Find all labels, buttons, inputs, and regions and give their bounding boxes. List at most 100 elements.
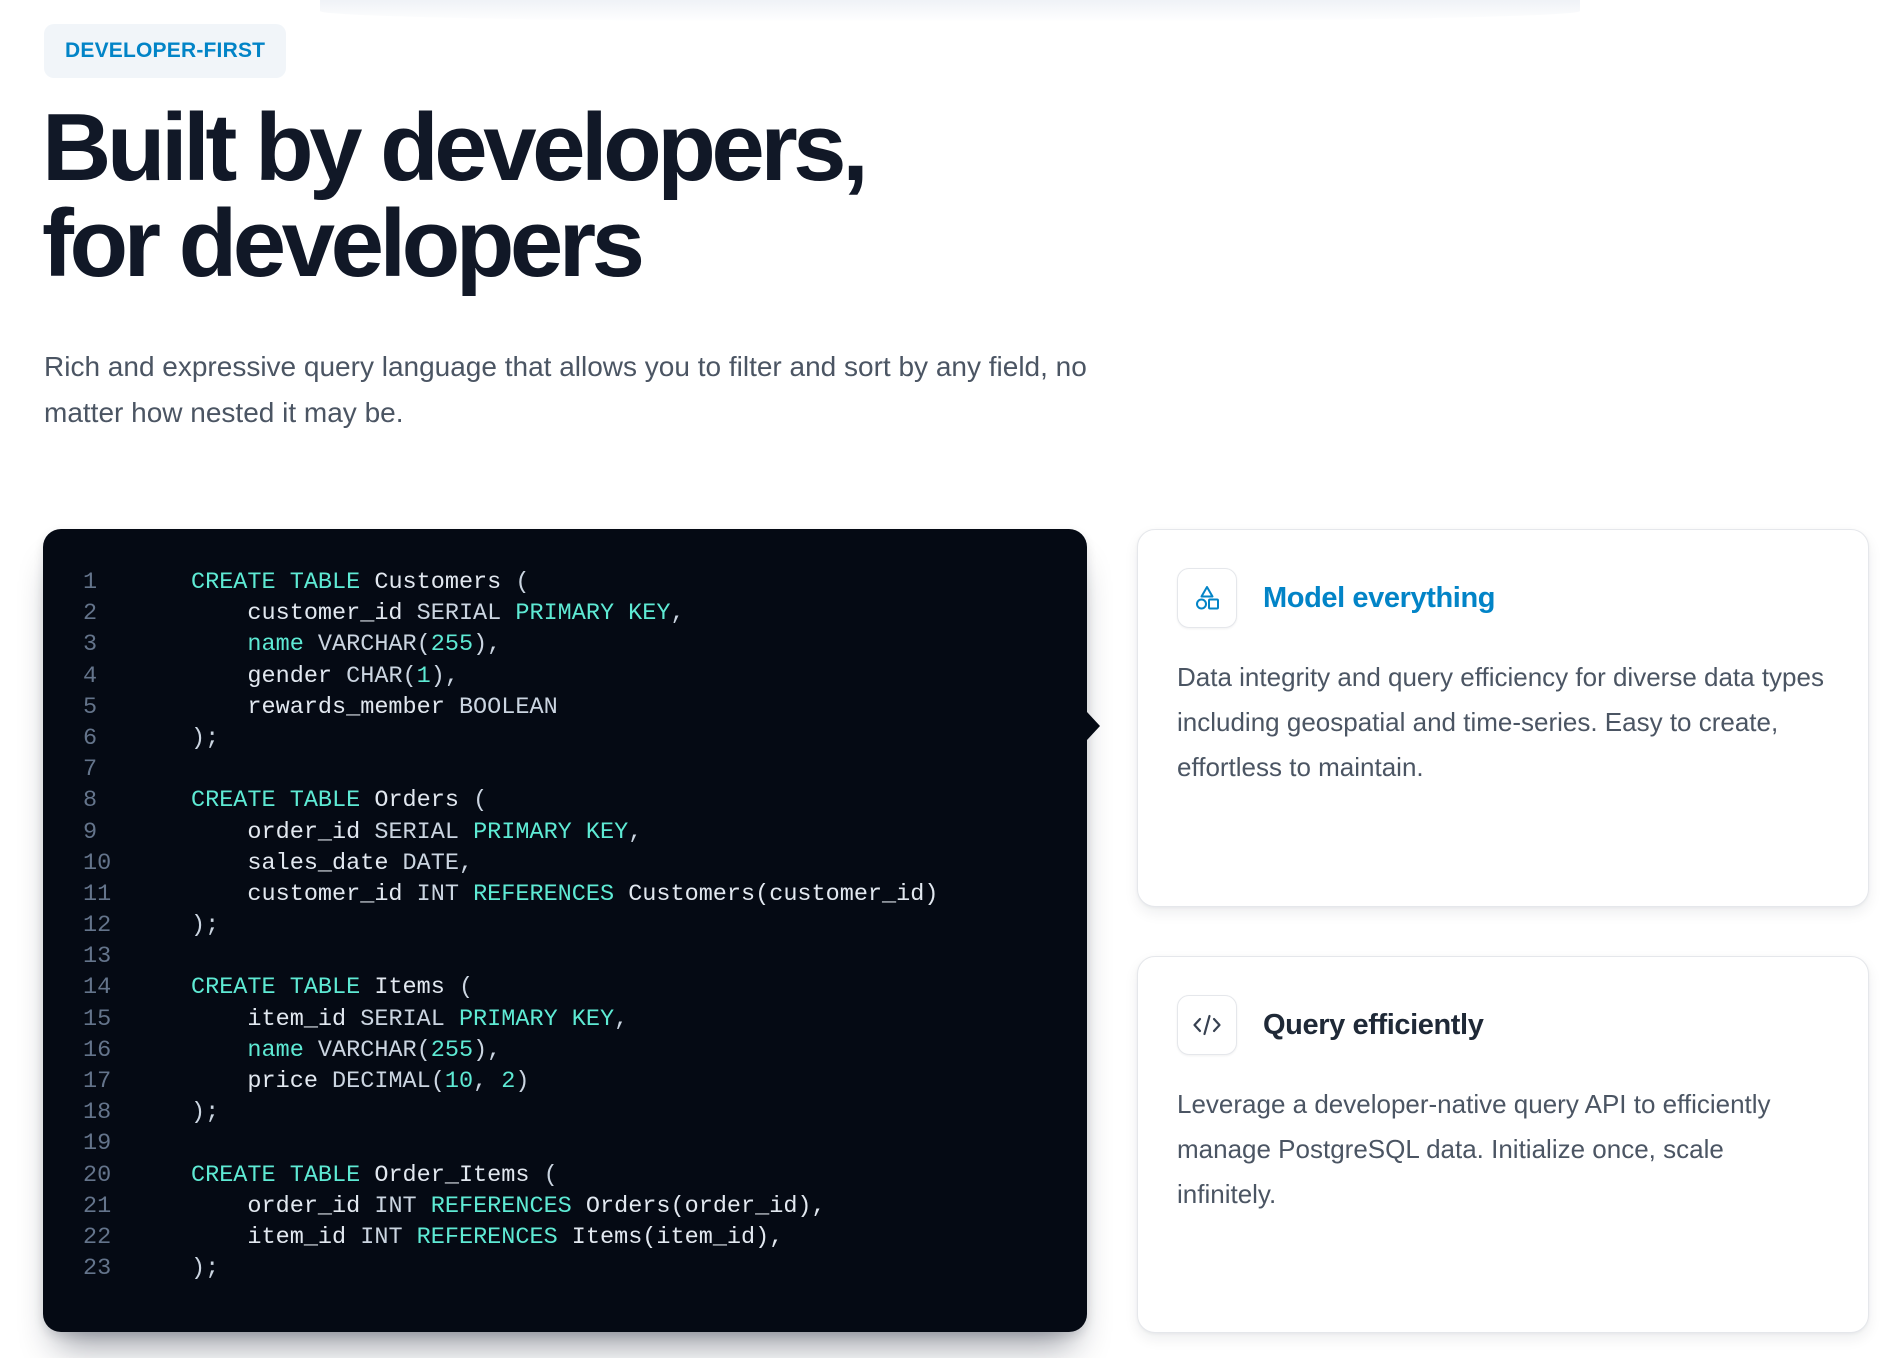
code-text: rewards_member BOOLEAN <box>139 692 557 723</box>
line-number: 14 <box>83 974 112 1002</box>
line-number: 21 <box>83 1192 112 1220</box>
line-number: 2 <box>83 600 98 628</box>
code-lines: 1 CREATE TABLE Customers (2 customer_id S… <box>43 567 938 1284</box>
code-line: 10 sales_date DATE, <box>43 848 938 879</box>
code-token: Orders <box>360 787 474 815</box>
code-icon <box>1177 995 1237 1055</box>
code-token: ( <box>515 569 530 596</box>
code-token: ); <box>191 1255 220 1283</box>
code-token: INT <box>416 880 474 908</box>
code-line: 3 name VARCHAR(255), <box>43 629 938 660</box>
code-text: name VARCHAR(255), <box>139 1035 501 1066</box>
code-token: REFERENCES <box>473 880 615 908</box>
shapes-icon <box>1177 568 1237 628</box>
code-line: 15 item_id SERIAL PRIMARY KEY, <box>43 1004 938 1035</box>
code-token: INT <box>374 1192 431 1220</box>
code-token: Items <box>360 974 459 1002</box>
code-line: 17 price DECIMAL(10, 2) <box>43 1066 938 1097</box>
code-token: ); <box>191 1099 220 1127</box>
feature-card-model-everything[interactable]: Model everything Data integrity and quer… <box>1137 529 1869 907</box>
line-number: 20 <box>83 1161 112 1189</box>
code-token: CHAR( <box>346 662 417 690</box>
code-text: ); <box>139 723 219 754</box>
top-edge-shadow <box>320 0 1580 22</box>
code-line: 13 <box>43 941 938 972</box>
code-token: REFERENCES <box>430 1192 572 1220</box>
code-token: PRIMARY KEY <box>515 600 671 628</box>
code-token: , <box>670 600 685 628</box>
code-text: ); <box>139 1097 219 1128</box>
code-line: 14 CREATE TABLE Items ( <box>43 972 938 1003</box>
headline-line-2: for developers <box>42 190 645 297</box>
page-headline: Built by developers, for developers <box>42 100 869 297</box>
code-token: 2 <box>501 1068 516 1095</box>
feature-title[interactable]: Query efficiently <box>1263 997 1484 1053</box>
line-number: 3 <box>83 631 98 659</box>
line-number: 18 <box>83 1099 112 1127</box>
code-text: gender CHAR(1), <box>139 661 459 692</box>
code-line: 5 rewards_member BOOLEAN <box>43 692 938 723</box>
code-token: Customers <box>360 569 516 596</box>
code-token: PRIMARY KEY <box>458 1005 615 1033</box>
code-panel: 1 CREATE TABLE Customers (2 customer_id S… <box>43 529 1100 1332</box>
line-number: 15 <box>83 1005 112 1033</box>
code-line: 2 customer_id SERIAL PRIMARY KEY, <box>43 598 938 629</box>
code-token: sales_date <box>191 849 403 877</box>
code-text: item_id INT REFERENCES Items(item_id), <box>139 1222 783 1253</box>
code-token: gender <box>191 662 347 690</box>
code-token: rewards_member <box>191 693 459 721</box>
code-text: ); <box>139 1253 219 1284</box>
code-text: order_id INT REFERENCES Orders(order_id)… <box>139 1191 825 1222</box>
code-line: 9 order_id SERIAL PRIMARY KEY, <box>43 817 938 848</box>
code-panel-pointer <box>1087 712 1100 740</box>
code-token: ), <box>473 631 502 659</box>
code-token: Order_Items <box>360 1161 544 1189</box>
code-text: name VARCHAR(255), <box>139 629 501 660</box>
code-token: CREATE TABLE <box>191 787 361 815</box>
line-number: 7 <box>83 756 98 784</box>
code-token: , <box>458 849 474 877</box>
code-token: Items(item_id), <box>557 1223 784 1251</box>
code-line: 7 <box>43 754 938 785</box>
code-line: 11 customer_id INT REFERENCES Customers(… <box>43 879 938 910</box>
code-line: 6); <box>43 723 938 754</box>
code-text: sales_date DATE, <box>139 848 473 879</box>
code-line: 18); <box>43 1097 938 1128</box>
code-token: ), <box>473 1036 502 1064</box>
code-token: VARCHAR( <box>317 1036 431 1064</box>
code-token: item_id <box>191 1223 361 1251</box>
line-number: 22 <box>83 1223 112 1251</box>
eyebrow-badge: DEVELOPER-FIRST <box>44 24 287 78</box>
code-line: 4 gender CHAR(1), <box>43 661 938 692</box>
code-token: Customers(customer_id) <box>614 880 939 908</box>
code-line: 22 item_id INT REFERENCES Items(item_id)… <box>43 1222 938 1253</box>
code-token: ), <box>430 662 459 690</box>
code-token: CREATE TABLE <box>191 974 361 1002</box>
code-token: price <box>191 1068 333 1095</box>
code-token: name <box>191 631 318 659</box>
feature-card-query-efficiently[interactable]: Query efficiently Leverage a developer-n… <box>1137 956 1869 1333</box>
code-text: price DECIMAL(10, 2) <box>139 1066 529 1097</box>
code-line: 8 CREATE TABLE Orders ( <box>43 785 938 816</box>
line-number: 6 <box>83 724 98 752</box>
code-token: SERIAL <box>416 600 516 628</box>
code-line: 23); <box>43 1253 938 1284</box>
code-token: DATE <box>402 849 459 877</box>
code-text: CREATE TABLE Customers ( <box>139 567 529 598</box>
code-token: order_id <box>191 818 375 846</box>
code-token: 1 <box>416 662 431 690</box>
feature-title[interactable]: Model everything <box>1263 570 1495 626</box>
code-token: , <box>473 1068 502 1095</box>
line-number: 4 <box>83 662 98 690</box>
feature-description: Data integrity and query efficiency for … <box>1177 662 1824 782</box>
line-number: 11 <box>83 880 112 908</box>
code-token: CREATE TABLE <box>191 1161 361 1189</box>
code-text: CREATE TABLE Items ( <box>139 972 473 1003</box>
line-number: 5 <box>83 693 98 721</box>
code-text: item_id SERIAL PRIMARY KEY, <box>139 1004 628 1035</box>
line-number: 16 <box>83 1036 112 1064</box>
code-token: REFERENCES <box>416 1223 558 1251</box>
code-text: order_id SERIAL PRIMARY KEY, <box>139 817 642 848</box>
code-token: customer_id <box>191 880 417 908</box>
code-token: name <box>191 1036 318 1064</box>
